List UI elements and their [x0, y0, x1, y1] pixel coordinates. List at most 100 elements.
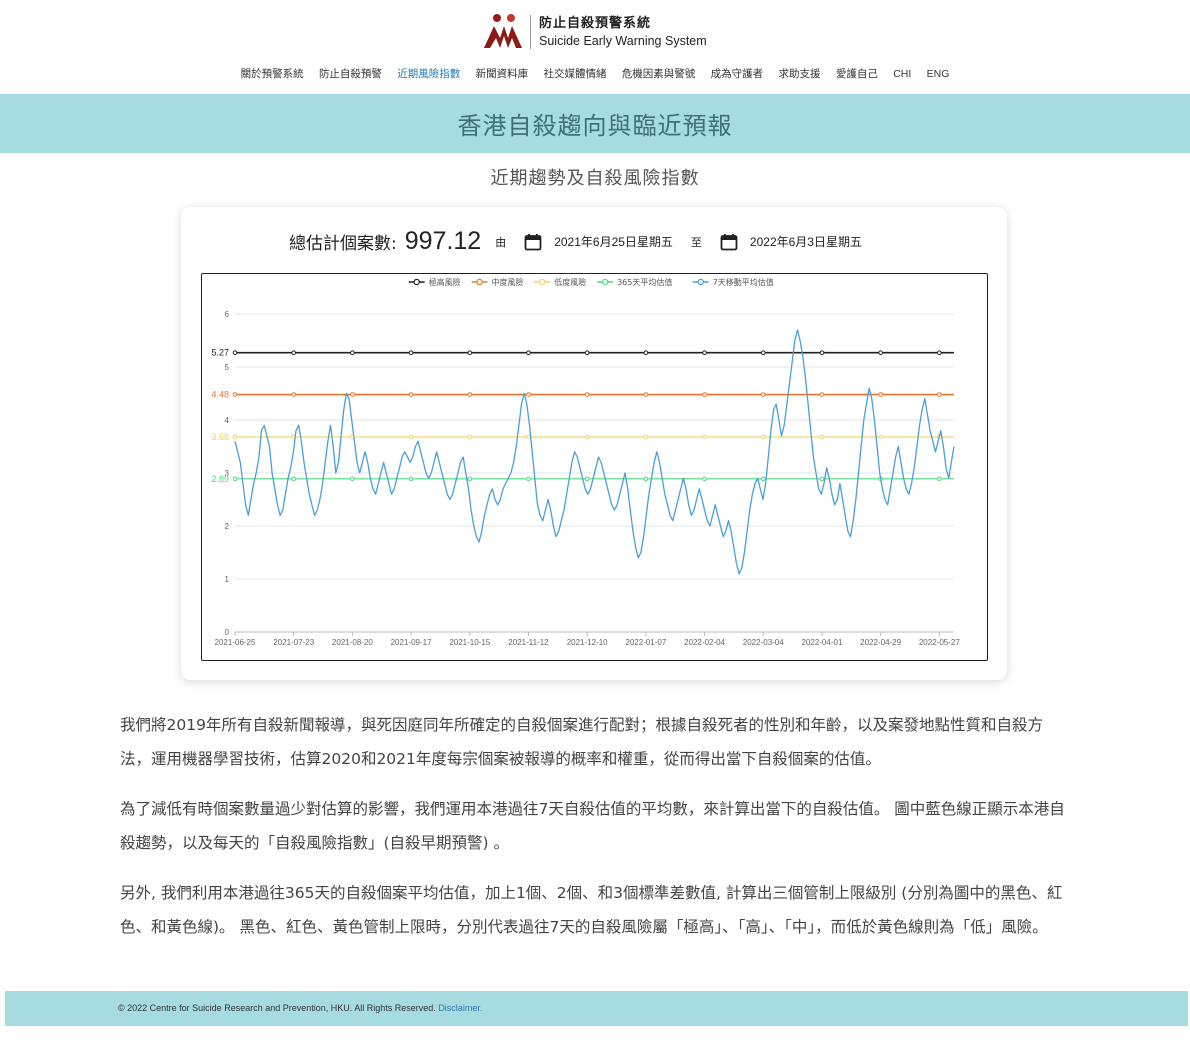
x-tick-label: 2022-01-07 — [625, 638, 666, 647]
x-tick-label: 2021-08-20 — [332, 638, 373, 647]
x-tick-label: 2022-04-01 — [801, 638, 842, 647]
total-estimate-value: 997.12 — [404, 227, 482, 255]
series-line-7day-avg — [234, 329, 955, 575]
x-tick-label: 2022-04-29 — [860, 638, 901, 647]
x-tick-label: 2021-09-17 — [391, 638, 432, 647]
threshold-point — [702, 434, 707, 440]
x-tick-label: 2021-11-12 — [508, 638, 549, 647]
y-tick-label: 1 — [225, 575, 230, 584]
from-date[interactable]: 2021年6月25日星期五 — [554, 233, 673, 250]
threshold-point — [702, 392, 707, 397]
paragraph: 另外, 我們利用本港過往365天的自殺個案平均估值，加上1個、2個、和3個標準差… — [120, 884, 1063, 936]
total-estimate-label: 總估計個案數: — [289, 234, 397, 254]
estimate-summary: 總估計個案數: 997.12 由 2021年6月25日星期五 至 2022年6月… — [289, 227, 862, 256]
legend-marker — [601, 278, 609, 286]
legend-marker — [697, 278, 704, 286]
threshold-point — [702, 350, 707, 355]
threshold-point — [584, 350, 590, 355]
main-nav: 關於預警系統 防止自殺預警 近期風險指數 新聞資料庫 社交媒體情緒 危機因素與警… — [0, 66, 1190, 81]
from-label: 由 — [495, 235, 507, 249]
logo-figures-icon — [484, 14, 522, 48]
nav-lang-chi[interactable]: CHI — [893, 68, 911, 80]
threshold-point — [878, 392, 883, 397]
legend-label: 低度風險 — [554, 277, 586, 287]
page-banner: 香港自殺趨向與臨近預報 — [0, 94, 1190, 153]
threshold-point — [526, 476, 531, 482]
x-tick-label: 2021-07-23 — [273, 638, 314, 647]
paragraph: 為了減低有時個案數量過少對估算的影響，我們運用本港過往7天自殺估值的平均數，來計… — [120, 800, 1065, 852]
nav-self-care[interactable]: 愛護自己 — [836, 66, 878, 81]
threshold-label: 4.48 — [211, 390, 229, 400]
threshold-point — [232, 434, 238, 440]
threshold-point — [291, 350, 296, 355]
logo-divider — [530, 15, 531, 49]
threshold-point — [937, 476, 942, 482]
legend-label: 極高風險 — [429, 277, 461, 287]
calendar-icon[interactable] — [524, 233, 542, 251]
threshold-point — [760, 392, 766, 397]
to-label: 至 — [690, 235, 702, 249]
threshold-point — [702, 476, 707, 482]
nav-news-db[interactable]: 新聞資料庫 — [476, 66, 529, 81]
threshold-point — [819, 434, 825, 440]
threshold-label: 2.89 — [211, 474, 229, 484]
explanation-text: 我們將2019年所有自殺新聞報導，與死因庭同年所確定的自殺個案進行配對；根據自殺… — [120, 708, 1072, 960]
to-date[interactable]: 2022年6月3日星期五 — [750, 233, 862, 250]
threshold-point — [467, 392, 473, 397]
y-tick-label: 2 — [225, 522, 230, 531]
section-subtitle: 近期趨勢及自殺風險指數 — [490, 168, 700, 189]
threshold-point — [232, 392, 238, 397]
site-footer: © 2022 Centre for Suicide Research and P… — [5, 991, 1188, 1026]
threshold-point — [291, 392, 296, 397]
threshold-point — [350, 476, 355, 482]
threshold-point — [584, 392, 590, 397]
threshold-point — [350, 392, 355, 397]
threshold-point — [584, 434, 590, 440]
logo-text: 防止自殺預警系統 Suicide Early Warning System — [539, 13, 707, 51]
threshold-point — [232, 350, 238, 355]
threshold-point — [878, 434, 883, 440]
nav-social-media[interactable]: 社交媒體情緒 — [543, 66, 606, 81]
y-tick-label: 0 — [225, 628, 230, 637]
copyright: © 2022 Centre for Suicide Research and P… — [118, 1003, 436, 1013]
nav-about[interactable]: 關於預警系統 — [241, 66, 304, 81]
y-tick-label: 6 — [225, 310, 230, 319]
x-tick-label: 2021-10-15 — [449, 638, 490, 647]
page-title: 香港自殺趨向與臨近預報 — [457, 112, 733, 140]
logo-title-zh: 防止自殺預警系統 — [539, 15, 652, 30]
nav-risk-factors[interactable]: 危機因素與警號 — [622, 66, 696, 81]
threshold-point — [819, 476, 825, 482]
threshold-point — [291, 476, 296, 482]
y-tick-label: 4 — [225, 416, 230, 425]
threshold-point — [937, 350, 942, 355]
threshold-point — [643, 392, 649, 397]
threshold-point — [760, 434, 766, 440]
threshold-point — [350, 350, 355, 355]
threshold-point — [467, 476, 473, 482]
threshold-point — [408, 434, 414, 440]
risk-trend-chart: 01234562021-06-25 2021-07-23 2021-08-20 202… — [211, 277, 960, 647]
threshold-point — [878, 350, 883, 355]
threshold-point — [643, 434, 649, 440]
nav-risk-index[interactable]: 近期風險指數 — [397, 66, 460, 81]
nav-help[interactable]: 求助支援 — [779, 66, 821, 81]
disclaimer-link[interactable]: Disclaimer. — [438, 1003, 482, 1013]
threshold-point — [526, 350, 531, 355]
nav-lang-eng[interactable]: ENG — [927, 68, 950, 80]
paragraph: 我們將2019年所有自殺新聞報導，與死因庭同年所確定的自殺個案進行配對；根據自殺… — [120, 716, 1043, 768]
nav-prevention[interactable]: 防止自殺預警 — [319, 66, 382, 81]
site-header: 防止自殺預警系統 Suicide Early Warning System 關於… — [0, 0, 1190, 93]
threshold-point — [584, 476, 590, 482]
legend-label: 中度風險 — [492, 277, 524, 287]
chart-card: 總估計個案數: 997.12 由 2021年6月25日星期五 至 2022年6月… — [181, 207, 1007, 680]
site-logo[interactable]: 防止自殺預警系統 Suicide Early Warning System — [482, 12, 707, 52]
calendar-icon[interactable] — [720, 233, 738, 251]
x-tick-label: 2021-06-25 — [215, 638, 256, 647]
nav-gatekeeper[interactable]: 成為守護者 — [711, 66, 764, 81]
threshold-point — [467, 434, 473, 440]
legend-label: 365天平均估值 — [617, 277, 672, 287]
legend-marker — [476, 278, 483, 286]
threshold-point — [819, 392, 825, 397]
x-tick-label: 2021-12-10 — [567, 638, 608, 647]
x-tick-label: 2022-02-04 — [684, 638, 725, 647]
